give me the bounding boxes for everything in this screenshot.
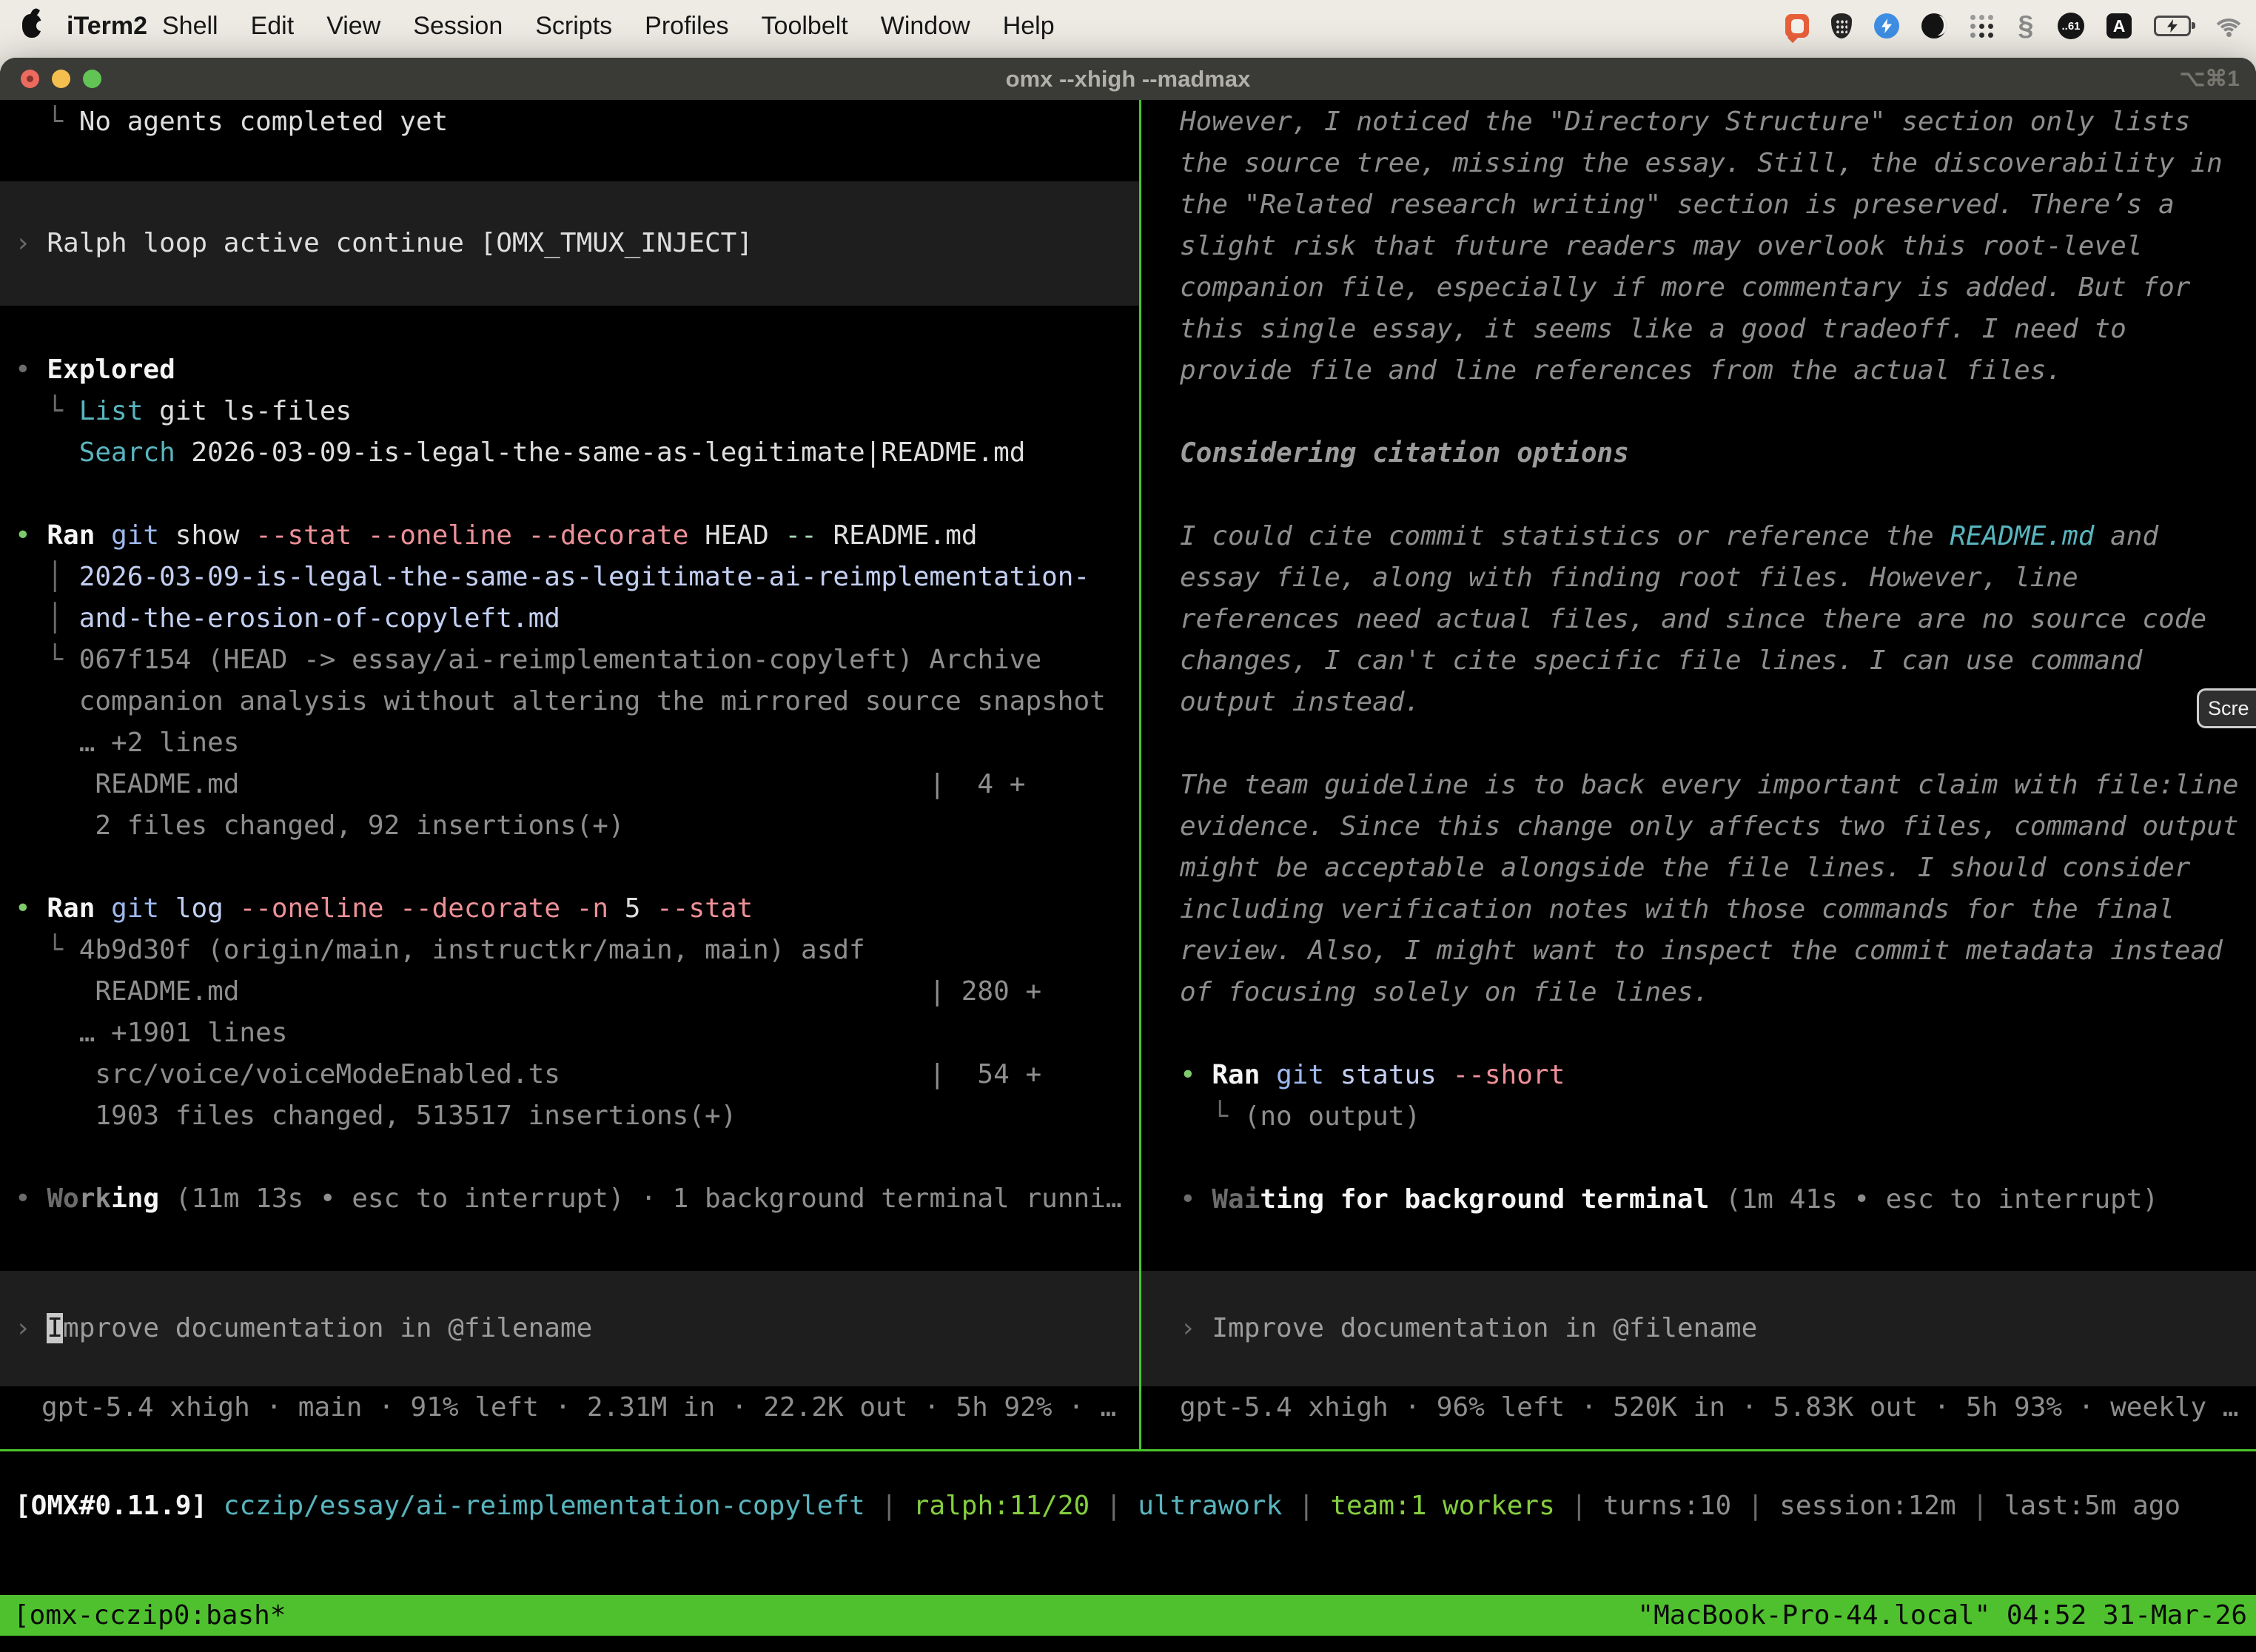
menu-item-toolbelt[interactable]: Toolbelt [762,12,848,41]
wifi-icon[interactable] [2213,15,2244,37]
shield-keypad-icon[interactable] [1831,13,1852,38]
recording-chat-icon[interactable] [1785,14,1809,38]
terminal-line: 2 files changed, 92 insertions(+) [15,805,1122,847]
left-prompt-input[interactable]: › Improve documentation in @filename [0,1271,1139,1386]
menu-status-icons: § ..61 A [1785,12,2244,40]
terminal-line: the source tree, missing the essay. Stil… [1180,143,2238,184]
right-prompt-input[interactable]: › Improve documentation in @filename [1141,1271,2256,1386]
terminal-line: of focusing solely on file lines. [1180,972,2238,1013]
window-title-bar[interactable]: omx --xhigh --madmax ⌥⌘1 [0,58,2256,100]
terminal-line [1180,1013,2238,1055]
terminal-line: 1903 files changed, 513517 insertions(+) [15,1095,1122,1137]
window-shortcut-badge: ⌥⌘1 [2180,66,2240,92]
right-input-line[interactable]: › Improve documentation in @filename [1180,1308,1757,1349]
ralph-loop-banner: › Ralph loop active continue [OMX_TMUX_I… [0,181,1139,306]
terminal-line: review. Also, I might want to inspect th… [1180,930,2238,972]
terminal-line: src/voice/voiceModeEnabled.ts | 54 + [15,1054,1122,1095]
terminal-line [1180,474,2238,516]
menu-item-profiles[interactable]: Profiles [645,12,728,41]
terminal-line: └ No agents completed yet [15,101,448,143]
terminal-line: I could cite commit statistics or refere… [1180,516,2238,557]
right-pane-transcript: However, I noticed the "Directory Struct… [1141,101,2238,1220]
window-title: omx --xhigh --madmax [0,66,2256,93]
horizontal-pane-divider[interactable] [0,1449,2256,1451]
terminal-line [15,1137,1122,1178]
terminal-line: companion analysis without altering the … [15,681,1122,722]
battery-icon[interactable] [2154,16,2191,36]
right-status-line: gpt-5.4 xhigh · 96% left · 520K in · 5.8… [1141,1387,2238,1428]
terminal-line: the "Related research writing" section i… [1180,184,2238,226]
terminal-line [1180,723,2238,765]
terminal-line [1180,392,2238,433]
tmux-session-window[interactable]: [omx-cczip0:bash* [13,1595,286,1636]
terminal-line: • Ran git show --stat --oneline --decora… [15,515,1122,557]
menu-items: Shell Edit View Session Scripts Profiles Toolb… [162,12,1055,41]
terminal-line: README.md | 280 + [15,971,1122,1013]
omx-status-line: [OMX#0.11.9] cczip/essay/ai-reimplementa… [0,1485,2181,1527]
tmux-host-clock: "MacBook-Pro-44.local" 04:52 31-Mar-26 [1637,1595,2247,1636]
menu-bar: iTerm2 Shell Edit View Session Scripts Profil… [0,0,2256,52]
terminal-line: output instead. [1180,682,2238,723]
menu-item-window[interactable]: Window [881,12,970,41]
badge-61-icon[interactable]: ..61 [2058,13,2084,39]
terminal-line: └ List git ls-files [15,391,1122,432]
left-pane-top-lines: └ No agents completed yet [0,101,448,143]
terminal-line: However, I noticed the "Directory Struct… [1180,101,2238,143]
terminal-line: evidence. Since this change only affects… [1180,806,2238,847]
terminal-line: Considering citation options [1180,433,2238,474]
screen-share-chip-label: Scre [2208,697,2249,720]
iterm-window: omx --xhigh --madmax ⌥⌘1 └ No agents com… [0,58,2256,1652]
terminal-line: • Working (11m 13s • esc to interrupt) ·… [15,1178,1122,1220]
terminal-line: │ and-the-erosion-of-copyleft.md [15,598,1122,639]
dot-grid-icon[interactable] [1969,13,1994,38]
squiggle-icon[interactable]: § [2016,12,2035,40]
app-menu-iterm2[interactable]: iTerm2 [67,12,147,41]
menu-item-edit[interactable]: Edit [251,12,295,41]
terminal-line: • Ran git log --oneline --decorate -n 5 … [15,888,1122,930]
terminal-line: README.md | 4 + [15,764,1122,805]
terminal-line: • Ran git status --short [1180,1055,2238,1096]
left-input-line[interactable]: › Improve documentation in @filename [15,1308,592,1349]
apple-menu-icon[interactable] [22,14,41,38]
left-status-line: gpt-5.4 xhigh · main · 91% left · 2.31M … [0,1387,1116,1428]
menu-item-scripts[interactable]: Scripts [535,12,612,41]
menu-item-help[interactable]: Help [1003,12,1055,41]
ralph-loop-line: › Ralph loop active continue [OMX_TMUX_I… [15,223,753,264]
terminal-line: └ 067f154 (HEAD -> essay/ai-reimplementa… [15,639,1122,681]
left-pane-transcript: • Explored └ List git ls-files Search 20… [0,349,1122,1220]
terminal-line: … +1901 lines [15,1013,1122,1054]
terminal-line [15,474,1122,515]
terminal-line: • Explored [15,349,1122,391]
terminal-line: The team guideline is to back every impo… [1180,765,2238,806]
terminal-line: essay file, along with finding root file… [1180,557,2238,599]
terminal-line: … +2 lines [15,722,1122,764]
terminal-line: provide file and line references from th… [1180,350,2238,392]
terminal-line: references need actual files, and since … [1180,599,2238,640]
terminal-line: might be acceptable alongside the file l… [1180,847,2238,889]
bolt-badge-icon[interactable] [1874,13,1899,38]
terminal-line: Search 2026-03-09-is-legal-the-same-as-l… [15,432,1122,474]
terminal-line: this single essay, it seems like a good … [1180,309,2238,350]
menu-item-shell[interactable]: Shell [162,12,218,41]
terminal-line [15,847,1122,888]
terminal-line: changes, I can't cite specific file line… [1180,640,2238,682]
terminal-line: └ (no output) [1180,1096,2238,1138]
menu-item-view[interactable]: View [326,12,380,41]
terminal-line: • Waiting for background terminal (1m 41… [1180,1179,2238,1220]
terminal-line [1180,1138,2238,1179]
terminal-area: └ No agents completed yet › Ralph loop a… [0,100,2256,1451]
right-pane[interactable]: However, I noticed the "Directory Struct… [1141,100,2256,1449]
input-source-a-icon[interactable]: A [2106,13,2132,38]
screen-share-chip[interactable]: Scre [2197,688,2256,728]
left-pane[interactable]: └ No agents completed yet › Ralph loop a… [0,100,1139,1449]
moon-icon[interactable] [1921,13,1947,38]
terminal-line: including verification notes with those … [1180,889,2238,930]
menu-item-session[interactable]: Session [413,12,503,41]
terminal-line: │ 2026-03-09-is-legal-the-same-as-legiti… [15,557,1122,598]
terminal-line: └ 4b9d30f (origin/main, instructkr/main,… [15,930,1122,971]
tmux-status-bar: [omx-cczip0:bash* "MacBook-Pro-44.local"… [0,1595,2256,1636]
terminal-line: companion file, especially if more comme… [1180,267,2238,309]
terminal-line: slight risk that future readers may over… [1180,226,2238,267]
